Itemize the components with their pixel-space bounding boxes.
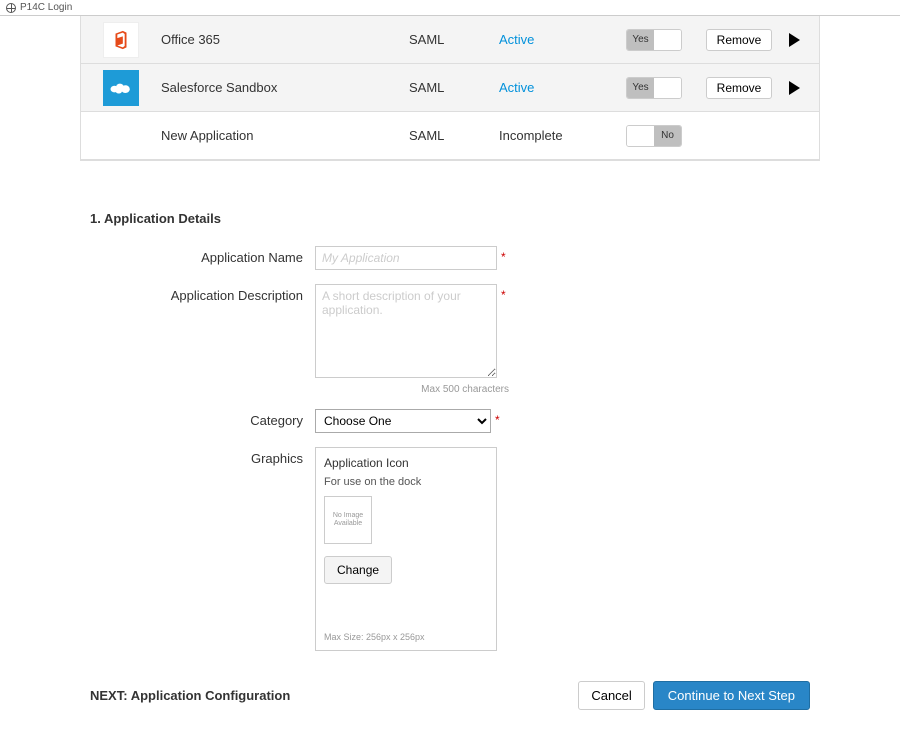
app-row-salesforce: Salesforce Sandbox SAML Active Yes Remov… bbox=[81, 64, 819, 112]
app-description-input[interactable] bbox=[315, 284, 497, 378]
tab-title: P14C Login bbox=[20, 2, 72, 13]
graphics-box: Application Icon For use on the dock No … bbox=[315, 447, 497, 651]
char-limit-hint: Max 500 characters bbox=[327, 384, 509, 395]
app-enabled-toggle[interactable]: Yes bbox=[626, 77, 682, 99]
app-status-link[interactable]: Active bbox=[499, 80, 534, 95]
change-image-button[interactable]: Change bbox=[324, 556, 392, 584]
office365-icon bbox=[103, 22, 139, 58]
application-details-form: Application Name * Application Descripti… bbox=[80, 246, 820, 651]
toggle-handle bbox=[654, 30, 681, 50]
main-content: Office 365 SAML Active Yes Remove Salesf… bbox=[0, 16, 900, 730]
application-table: Office 365 SAML Active Yes Remove Salesf… bbox=[80, 16, 820, 161]
app-status-link[interactable]: Active bbox=[499, 32, 534, 47]
graphics-label: Graphics bbox=[90, 447, 315, 651]
category-label: Category bbox=[90, 409, 315, 433]
required-marker: * bbox=[501, 246, 506, 264]
app-name-input[interactable] bbox=[315, 246, 497, 270]
expand-icon[interactable] bbox=[789, 33, 800, 47]
toggle-yes-label: Yes bbox=[627, 78, 654, 98]
section-title: 1. Application Details bbox=[90, 211, 820, 226]
remove-button[interactable]: Remove bbox=[706, 77, 773, 99]
cancel-button[interactable]: Cancel bbox=[578, 681, 644, 710]
toggle-handle bbox=[627, 126, 654, 146]
globe-icon bbox=[6, 3, 16, 13]
salesforce-icon bbox=[103, 70, 139, 106]
browser-tab-bar: P14C Login bbox=[0, 0, 900, 16]
toggle-handle bbox=[654, 78, 681, 98]
continue-button[interactable]: Continue to Next Step bbox=[653, 681, 810, 710]
app-status: Incomplete bbox=[499, 128, 563, 143]
toggle-no-label: No bbox=[654, 126, 681, 146]
app-name: Salesforce Sandbox bbox=[151, 80, 409, 95]
app-enabled-toggle[interactable]: No bbox=[626, 125, 682, 147]
toggle-yes-label: Yes bbox=[627, 30, 654, 50]
required-marker: * bbox=[495, 409, 500, 427]
app-row-new-application: New Application SAML Incomplete No bbox=[81, 112, 819, 160]
graphics-subtitle: For use on the dock bbox=[324, 476, 488, 488]
category-select[interactable]: Choose One bbox=[315, 409, 491, 433]
next-step-label: NEXT: Application Configuration bbox=[90, 688, 290, 703]
required-marker: * bbox=[501, 284, 506, 302]
app-name-label: Application Name bbox=[90, 246, 315, 270]
app-protocol: SAML bbox=[409, 128, 499, 143]
image-size-hint: Max Size: 256px x 256px bbox=[324, 632, 488, 642]
app-protocol: SAML bbox=[409, 32, 499, 47]
expand-icon[interactable] bbox=[789, 81, 800, 95]
app-protocol: SAML bbox=[409, 80, 499, 95]
app-name: Office 365 bbox=[151, 32, 409, 47]
image-placeholder: No Image Available bbox=[324, 496, 372, 544]
app-row-office365: Office 365 SAML Active Yes Remove bbox=[81, 16, 819, 64]
form-footer: NEXT: Application Configuration Cancel C… bbox=[80, 681, 820, 710]
app-enabled-toggle[interactable]: Yes bbox=[626, 29, 682, 51]
app-description-label: Application Description bbox=[90, 284, 315, 378]
app-name: New Application bbox=[151, 128, 409, 143]
remove-button[interactable]: Remove bbox=[706, 29, 773, 51]
graphics-title: Application Icon bbox=[324, 456, 488, 470]
